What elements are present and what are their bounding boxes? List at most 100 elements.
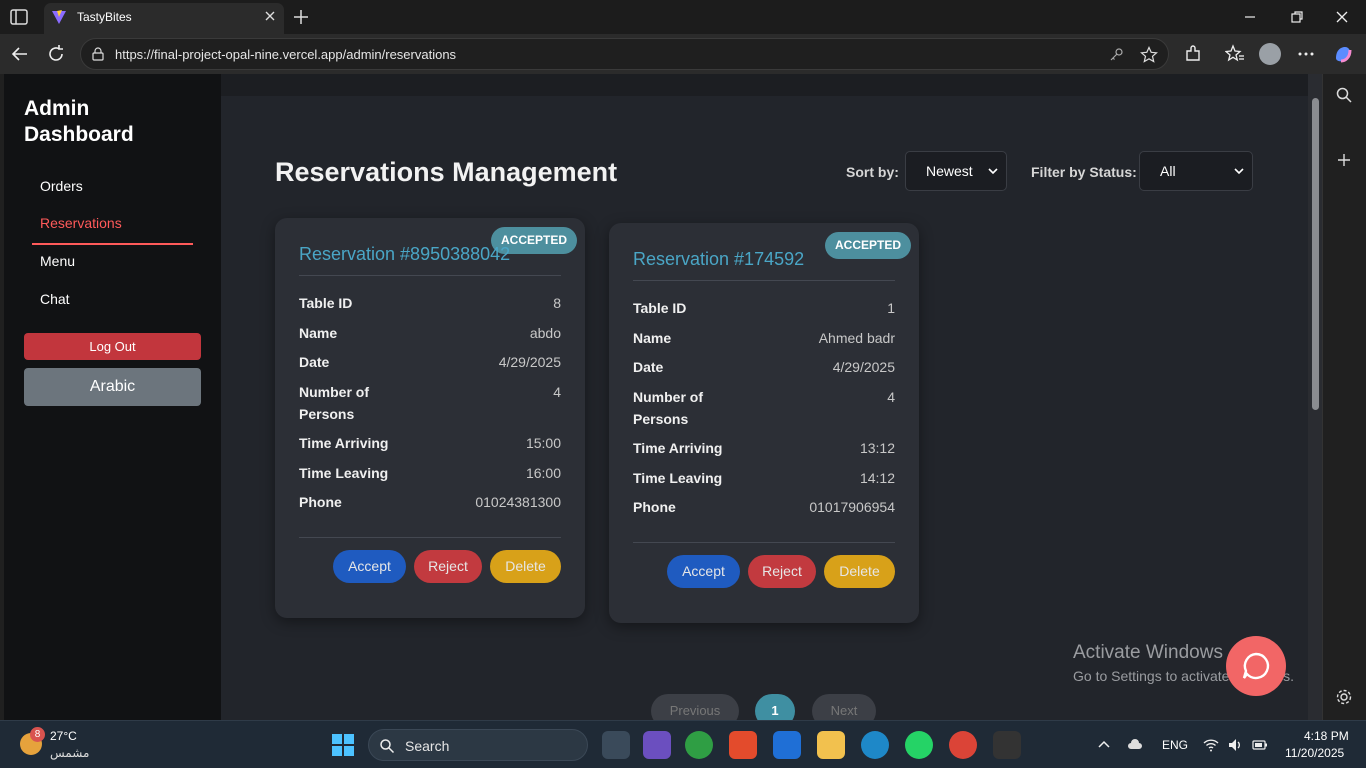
clock-time[interactable]: 4:18 PM <box>1304 729 1349 743</box>
terminal-icon[interactable] <box>993 731 1021 759</box>
favorites-icon[interactable] <box>1225 44 1245 64</box>
field-value-phone: 01017906954 <box>809 499 895 515</box>
browser-tab[interactable]: TastyBites <box>44 3 284 34</box>
reject-button[interactable]: Reject <box>748 555 816 588</box>
active-nav-indicator <box>32 243 193 245</box>
favorite-star-icon[interactable] <box>1140 46 1158 64</box>
pagination-page-1[interactable]: 1 <box>755 694 795 720</box>
status-filter-select[interactable]: All <box>1139 151 1253 191</box>
language-toggle-button[interactable]: Arabic <box>24 368 201 406</box>
scrollbar-thumb[interactable] <box>1312 98 1319 410</box>
wifi-icon[interactable] <box>1203 737 1219 753</box>
whatsapp-icon[interactable] <box>905 731 933 759</box>
field-label-date: Date <box>633 359 664 375</box>
password-key-icon[interactable] <box>1108 47 1124 63</box>
temperature: 27°C <box>50 729 77 743</box>
site-info-icon[interactable] <box>91 47 105 61</box>
field-value-table-id: 1 <box>887 300 895 316</box>
close-window-icon[interactable] <box>1335 10 1349 24</box>
volume-icon[interactable] <box>1227 737 1243 753</box>
pagination-previous-button[interactable]: Previous <box>651 694 739 720</box>
profile-avatar[interactable] <box>1259 43 1281 65</box>
search-placeholder: Search <box>405 738 450 754</box>
edge-sidebar <box>1322 74 1366 720</box>
sidebar-item-reservations[interactable]: Reservations <box>40 215 122 231</box>
field-label-persons: Number of Persons <box>633 389 703 427</box>
field-value-time-arriving: 13:12 <box>859 440 895 456</box>
sidebar-settings-icon[interactable] <box>1335 688 1353 706</box>
field-value-date: 4/29/2025 <box>498 354 561 370</box>
file-explorer-icon[interactable] <box>817 731 845 759</box>
page-scrollbar[interactable] <box>1308 74 1322 720</box>
sidebar-add-icon[interactable] <box>1335 151 1353 169</box>
taskbar-search[interactable]: Search <box>368 729 588 761</box>
reservation-title: Reservation #174592 <box>633 249 805 269</box>
field-label-phone: Phone <box>633 499 676 515</box>
onedrive-icon[interactable] <box>1127 737 1143 753</box>
extensions-icon[interactable] <box>1183 44 1203 64</box>
restore-icon[interactable] <box>1290 10 1304 24</box>
minimize-icon[interactable] <box>1243 10 1257 24</box>
app-icon[interactable] <box>643 731 671 759</box>
reload-icon[interactable] <box>46 44 66 64</box>
sort-value: Newest <box>926 163 973 179</box>
vite-favicon-icon <box>52 10 66 24</box>
input-language[interactable]: ENG <box>1162 738 1188 752</box>
page-title: Reservations Management <box>275 157 618 187</box>
accept-button[interactable]: Accept <box>667 555 740 588</box>
windows-start-icon[interactable] <box>331 733 355 757</box>
field-value-time-arriving: 15:00 <box>525 435 561 451</box>
field-label-name: Name <box>633 330 672 346</box>
field-label-date: Date <box>299 354 330 370</box>
field-value-table-id: 8 <box>553 295 561 311</box>
field-label-time-leaving: Time Leaving <box>633 470 723 486</box>
weather-condition: مشمس <box>50 746 90 760</box>
field-label-persons: Number of Persons <box>299 384 369 422</box>
sort-label: Sort by: <box>846 164 899 180</box>
divider <box>633 280 895 281</box>
back-icon[interactable] <box>10 44 30 64</box>
new-tab-icon[interactable] <box>292 8 310 26</box>
chevron-up-icon[interactable] <box>1096 737 1112 753</box>
copilot-icon[interactable] <box>1333 44 1353 64</box>
page-viewport: Admin Dashboard Orders Reservations Menu… <box>4 74 1322 720</box>
pagination-next-button[interactable]: Next <box>812 694 876 720</box>
logout-button[interactable]: Log Out <box>24 333 201 360</box>
field-label-table-id: Table ID <box>299 295 353 311</box>
mail-icon[interactable] <box>773 731 801 759</box>
sidebar-item-orders[interactable]: Orders <box>40 178 83 194</box>
delete-button[interactable]: Delete <box>824 555 895 588</box>
field-value-persons: 4 <box>887 389 895 405</box>
field-value-persons: 4 <box>553 384 561 400</box>
more-menu-icon[interactable] <box>1296 44 1316 64</box>
chrome-icon[interactable] <box>949 731 977 759</box>
sort-select[interactable]: Newest <box>905 151 1007 191</box>
sidebar-item-chat[interactable]: Chat <box>40 291 70 307</box>
filter-label: Filter by Status: <box>1031 164 1137 180</box>
field-label-time-arriving: Time Arriving <box>633 440 723 456</box>
sidebar-search-icon[interactable] <box>1335 86 1353 104</box>
store-icon[interactable] <box>729 731 757 759</box>
field-value-time-leaving: 14:12 <box>859 470 895 486</box>
field-label-name: Name <box>299 325 338 341</box>
address-bar[interactable]: https://final-project-opal-nine.vercel.a… <box>80 38 1169 70</box>
status-badge: ACCEPTED <box>824 232 911 259</box>
tab-actions-icon[interactable] <box>8 7 30 27</box>
field-value-time-leaving: 16:00 <box>525 465 561 481</box>
clock-date[interactable]: 11/20/2025 <box>1285 746 1344 760</box>
field-label-time-arriving: Time Arriving <box>299 435 389 451</box>
chrome-icon[interactable] <box>685 731 713 759</box>
tab-title: TastyBites <box>77 10 132 24</box>
reject-button[interactable]: Reject <box>414 550 482 583</box>
edge-icon[interactable] <box>861 731 889 759</box>
sidebar-item-menu[interactable]: Menu <box>40 253 75 269</box>
url-text[interactable]: https://final-project-opal-nine.vercel.a… <box>115 47 456 62</box>
tab-close-icon[interactable] <box>264 10 276 22</box>
task-view-icon[interactable] <box>602 731 630 759</box>
battery-icon[interactable] <box>1252 737 1268 753</box>
field-label-phone: Phone <box>299 494 342 510</box>
weather-badge: 8 <box>30 727 45 742</box>
accept-button[interactable]: Accept <box>333 550 406 583</box>
delete-button[interactable]: Delete <box>490 550 561 583</box>
chat-fab-button[interactable] <box>1226 636 1286 696</box>
